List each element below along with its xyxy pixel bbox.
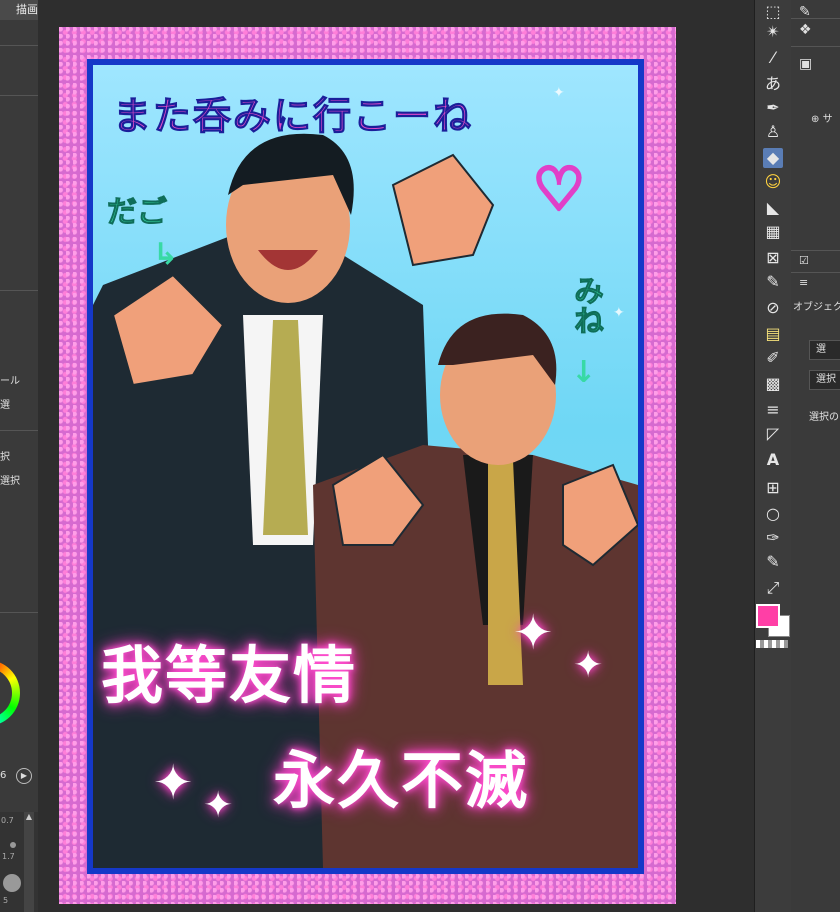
sparkle-icon: ✦ (203, 785, 234, 826)
label-mine: みね (568, 275, 604, 336)
left-panel-item[interactable]: 選 (0, 396, 10, 411)
tool-panel: ⬚ ✴ ⁄ あ ✒ ♙ ◆ ☺ ◣ ▦ ⊠ ✎ ⊘ ▤ ✐ ▩ ≡ ◸ A ⊞ … (754, 0, 792, 912)
info-text: 選択の (809, 412, 839, 423)
divider (791, 18, 840, 19)
grid-icon[interactable]: ⊞ (763, 478, 783, 498)
text-A-icon[interactable]: A (763, 450, 783, 470)
heart-icon: ♡ (531, 153, 587, 225)
object-panel-title: オブジェク (793, 302, 840, 313)
divider (0, 45, 38, 46)
menu-icon[interactable]: ≡ (799, 276, 808, 289)
texture-icon[interactable]: ▩ (763, 374, 783, 394)
add-item-text: サ (822, 114, 833, 125)
arrow-icon: ↓ (571, 355, 597, 390)
main-color-swatch[interactable] (756, 604, 780, 628)
slogan-line-1: 我等友情 (101, 639, 358, 712)
sparkle-icon: ✦ (513, 605, 554, 661)
lasso-icon[interactable]: ⊘ (763, 298, 783, 318)
artwork-canvas[interactable]: ✦ ✦ ✦ また呑みに行こーね ♡ だご ↳ みね (59, 27, 676, 904)
correct-line-icon[interactable]: ✎ (763, 552, 783, 572)
magic-wand-icon[interactable]: ✴ (763, 22, 783, 42)
smiley-icon[interactable]: ☺ (763, 172, 783, 192)
transform-icon[interactable]: ⤢ (763, 578, 783, 598)
play-icon[interactable]: ▶ (16, 768, 32, 784)
layers-icon[interactable]: ❖ (799, 22, 812, 38)
arrow-icon: ↳ (153, 237, 179, 272)
pen-icon[interactable]: ✒ (763, 98, 783, 118)
scroll-up-icon[interactable]: ▲ (24, 812, 34, 824)
divider (0, 612, 38, 613)
value-label: 6 (0, 770, 7, 781)
select-button[interactable]: 選択 (809, 370, 840, 390)
ruler-icon[interactable]: ◸ (763, 424, 783, 444)
brush-size-label: 0.7 (1, 816, 14, 825)
panel-icon[interactable]: ▣ (799, 56, 812, 72)
left-panel-tab[interactable]: 描画 (0, 0, 38, 20)
label-dago: だご (107, 195, 168, 231)
checkbox-icon[interactable]: ☑ (799, 254, 809, 267)
eyedropper-icon[interactable]: ⁄ (763, 48, 783, 68)
left-panel-item[interactable]: 選択 (0, 472, 20, 487)
brush-size-dot[interactable] (10, 842, 16, 848)
slogan-line-2: 永久不滅 (273, 744, 530, 817)
stamp-icon[interactable]: ♙ (763, 122, 783, 142)
select-button[interactable]: 選 (809, 340, 840, 360)
right-panel: ✎ ❖ ▣ ⊕ サ ☑ ≡ オブジェク 選 選択 選択の (791, 0, 840, 912)
color-wheel[interactable] (0, 660, 20, 726)
sparkle-icon: ✦ (153, 755, 194, 811)
plus-icon: ⊕ (811, 114, 820, 125)
gradient-icon[interactable]: ▦ (763, 222, 783, 242)
left-panel-item[interactable]: 択 (0, 448, 10, 463)
artwork-title-text: また呑みに行こーね (112, 94, 474, 139)
divider (0, 290, 38, 291)
left-panel-item[interactable]: ール (0, 372, 20, 387)
divider (791, 250, 840, 251)
marquee-icon[interactable]: ⬚ (763, 2, 783, 22)
divider (791, 272, 840, 273)
fill-icon[interactable]: ◣ (763, 198, 783, 218)
divider (0, 95, 38, 96)
brush-size-dot[interactable] (3, 874, 21, 892)
vector-pen-icon[interactable]: ✑ (763, 528, 783, 548)
artwork-inner-frame: ✦ ✦ ✦ また呑みに行こーね ♡ だご ↳ みね (87, 59, 644, 874)
divider (791, 46, 840, 47)
circle-icon[interactable]: ○ (763, 504, 783, 524)
transparent-color-swatch[interactable] (756, 640, 788, 648)
sparkle-icon: ✦ (573, 645, 604, 686)
divider (0, 430, 38, 431)
pattern-icon[interactable]: ⊠ (763, 248, 783, 268)
add-item-label[interactable]: ⊕ サ (811, 110, 833, 125)
lines-icon[interactable]: ≡ (763, 400, 783, 420)
eraser-icon[interactable]: ◆ (763, 148, 783, 168)
brush-icon[interactable]: ✎ (763, 272, 783, 292)
scrollbar[interactable]: ▲ (24, 812, 34, 912)
frame-icon[interactable]: ▤ (763, 324, 783, 344)
left-panel: 描画 ール 選 択 選択 6 ▶ 0.7 1.7 5 ▲ (0, 0, 39, 912)
brush-size-label: 5 (3, 896, 9, 905)
text-tool-icon[interactable]: あ (763, 74, 783, 94)
brush-size-label: 1.7 (2, 852, 15, 861)
marker-icon[interactable]: ✐ (763, 348, 783, 368)
